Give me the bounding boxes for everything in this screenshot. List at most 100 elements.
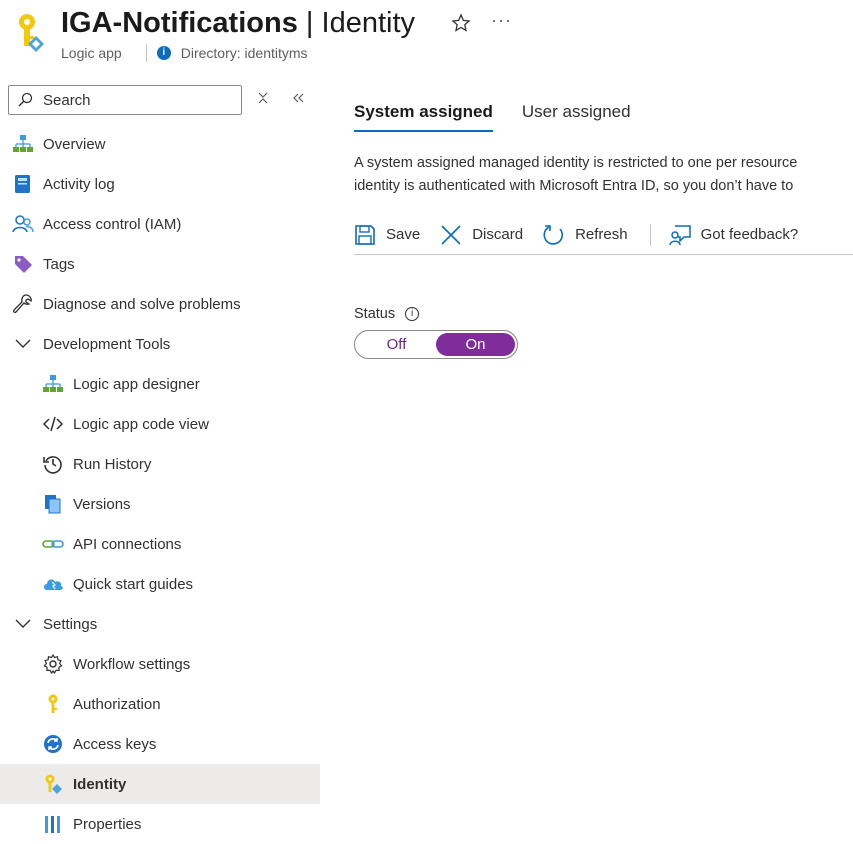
overview-icon	[12, 133, 34, 155]
sidebar-item-identity[interactable]: Identity	[0, 764, 320, 804]
tab-system-assigned[interactable]: System assigned	[354, 98, 493, 132]
search-box	[8, 85, 242, 115]
description-line-2: identity is authenticated with Microsoft…	[354, 178, 794, 194]
sidebar-item-tags[interactable]: Tags	[0, 244, 320, 284]
sidebar-item-access-control[interactable]: Access control (IAM)	[0, 204, 320, 244]
save-icon	[355, 224, 375, 245]
identity-icon	[42, 773, 64, 795]
sidebar-nav: Overview Activity log Access control (IA…	[0, 124, 320, 844]
command-bar: Save Discard Refresh Got feedback?	[354, 215, 853, 255]
close-icon	[441, 224, 461, 245]
description-line-1: A system assigned managed identity is re…	[354, 155, 798, 171]
sidebar-item-label: Overview	[43, 135, 106, 153]
sidebar-item-label: Versions	[73, 495, 131, 513]
tag-icon	[12, 253, 34, 275]
sidebar-item-versions[interactable]: Versions	[0, 484, 320, 524]
refresh-label: Refresh	[575, 226, 628, 243]
info-icon[interactable]: i	[405, 307, 420, 321]
sidebar-item-label: Logic app designer	[73, 375, 200, 393]
history-icon	[42, 453, 64, 475]
versions-icon	[42, 493, 64, 515]
wrench-icon	[12, 293, 34, 315]
logic-app-identity-icon	[14, 12, 48, 56]
subtitle: Logic app i Directory: identityms	[61, 44, 308, 62]
refresh-button[interactable]: Refresh	[543, 224, 628, 246]
sidebar-item-workflow-settings[interactable]: Workflow settings	[0, 644, 320, 684]
status-off-option[interactable]: Off	[357, 333, 436, 356]
sidebar-item-access-keys[interactable]: Access keys	[0, 724, 320, 764]
sidebar-group-settings[interactable]: Settings	[0, 604, 320, 644]
sidebar-item-label: API connections	[73, 535, 182, 553]
title-separator: |	[305, 7, 314, 39]
favorite-star-icon[interactable]	[451, 13, 471, 33]
sidebar-item-api-connections[interactable]: API connections	[0, 524, 320, 564]
sidebar-item-label: Diagnose and solve problems	[43, 295, 241, 313]
discard-label: Discard	[472, 226, 524, 243]
discard-button[interactable]: Discard	[440, 224, 523, 246]
sidebar-item-label: Properties	[73, 815, 142, 833]
cloud-icon	[42, 573, 64, 595]
sidebar-item-label: Workflow settings	[73, 655, 191, 673]
sidebar-item-authorization[interactable]: Authorization	[0, 684, 320, 724]
chevron-down-icon	[12, 333, 34, 355]
sidebar-item-label: Activity log	[43, 175, 115, 193]
sidebar-item-run-history[interactable]: Run History	[0, 444, 320, 484]
sidebar-item-activity-log[interactable]: Activity log	[0, 164, 320, 204]
link-icon	[42, 533, 64, 555]
sidebar-item-quick-start[interactable]: Quick start guides	[0, 564, 320, 604]
sidebar-group-label: Development Tools	[43, 335, 171, 353]
page-header: IGA-Notifications | Identity ··· Logic a…	[0, 0, 853, 70]
sidebar-item-logic-app-designer[interactable]: Logic app designer	[0, 364, 320, 404]
sidebar-item-label: Logic app code view	[73, 415, 209, 433]
save-label: Save	[386, 226, 421, 243]
resource-name: IGA-Notifications	[61, 7, 298, 39]
info-icon: i	[156, 46, 171, 60]
refresh-icon	[543, 224, 564, 245]
status-on-option[interactable]: On	[436, 333, 515, 356]
clear-search-icon[interactable]	[255, 90, 271, 106]
collapse-sidebar-icon[interactable]	[290, 90, 306, 106]
status-toggle[interactable]: Off On	[354, 330, 518, 359]
feedback-icon	[668, 224, 691, 245]
toolbar-divider	[649, 223, 651, 246]
sidebar-item-overview[interactable]: Overview	[0, 124, 320, 164]
feedback-button[interactable]: Got feedback?	[668, 224, 799, 246]
save-button[interactable]: Save	[354, 224, 420, 246]
sidebar-item-label: Authorization	[73, 695, 161, 713]
sidebar-group-label: Settings	[43, 615, 98, 633]
access-control-icon	[12, 213, 34, 235]
gear-icon	[42, 653, 64, 675]
sidebar-item-label: Tags	[43, 255, 75, 273]
directory-label: Directory: identityms	[180, 45, 308, 61]
sidebar-item-diagnose[interactable]: Diagnose and solve problems	[0, 284, 320, 324]
sidebar-group-development-tools[interactable]: Development Tools	[0, 324, 320, 364]
designer-icon	[42, 373, 64, 395]
page-name: Identity	[321, 7, 416, 39]
key-icon	[42, 693, 64, 715]
sidebar-item-properties[interactable]: Properties	[0, 804, 320, 844]
sidebar-item-label: Access control (IAM)	[43, 215, 182, 233]
sidebar-item-label: Quick start guides	[73, 575, 194, 593]
resource-type: Logic app	[61, 45, 122, 61]
properties-icon	[42, 813, 64, 835]
code-icon	[42, 413, 64, 435]
identity-tabs: System assigned User assigned	[354, 98, 660, 134]
description: A system assigned managed identity is re…	[354, 152, 853, 198]
sidebar: Overview Activity log Access control (IA…	[0, 82, 320, 833]
tab-user-assigned[interactable]: User assigned	[522, 98, 631, 132]
sidebar-item-code-view[interactable]: Logic app code view	[0, 404, 320, 444]
feedback-label: Got feedback?	[700, 226, 799, 243]
sidebar-item-label: Identity	[73, 775, 127, 793]
search-input[interactable]	[41, 90, 231, 110]
status-label: Status	[354, 306, 396, 322]
search-icon	[18, 92, 33, 107]
chevron-down-icon	[12, 613, 34, 635]
more-options-icon[interactable]: ···	[491, 10, 512, 31]
subtitle-divider	[145, 44, 147, 62]
activity-log-icon	[12, 173, 34, 195]
refresh-key-icon	[42, 733, 64, 755]
status-row: Status i	[354, 306, 420, 322]
sidebar-item-label: Access keys	[73, 735, 157, 753]
sidebar-item-label: Run History	[73, 455, 152, 473]
page-title: IGA-Notifications | Identity	[61, 4, 415, 42]
